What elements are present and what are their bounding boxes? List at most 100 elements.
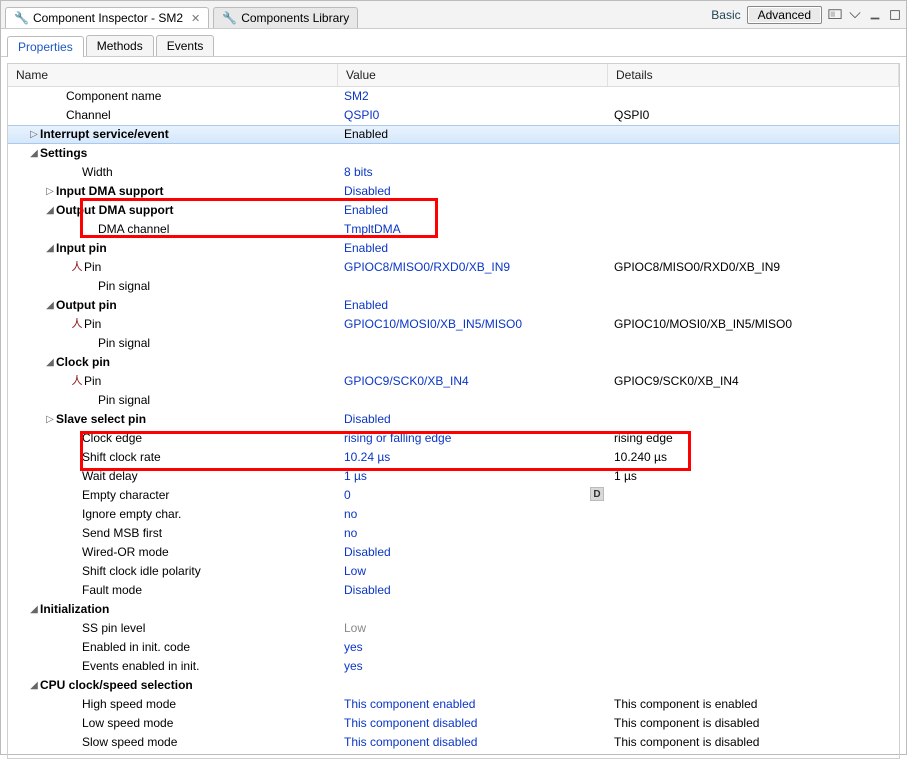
row-clock-pin[interactable]: ◢Clock pin — [8, 353, 899, 372]
prop-details: This component is enabled — [608, 695, 899, 714]
row-dma-channel[interactable]: ▸DMA channel TmpltDMA — [8, 220, 899, 239]
row-channel[interactable]: ▸Channel QSPI0 QSPI0 — [8, 106, 899, 125]
prop-value[interactable]: SM2 — [344, 89, 369, 103]
row-low-speed[interactable]: ▸Low speed mode This component disabled … — [8, 714, 899, 733]
row-wait-delay[interactable]: ▸Wait delay 1 µs 1 µs — [8, 467, 899, 486]
prop-value[interactable]: rising or falling edge — [344, 431, 451, 445]
prop-label: Ignore empty char. — [82, 505, 332, 524]
prop-value[interactable]: Disabled — [344, 583, 391, 597]
pin-icon: 人 — [70, 258, 84, 277]
prop-value[interactable]: This component disabled — [344, 735, 477, 749]
advanced-mode-button[interactable]: Advanced — [747, 6, 822, 24]
menu-dropdown-icon[interactable] — [848, 8, 862, 22]
prop-value[interactable]: QSPI0 — [344, 108, 379, 122]
prop-value[interactable]: 0 — [344, 488, 351, 502]
row-idle-polarity[interactable]: ▸Shift clock idle polarity Low — [8, 562, 899, 581]
row-clock-pin-pin[interactable]: 人Pin GPIOC9/SCK0/XB_IN4 GPIOC9/SCK0/XB_I… — [8, 372, 899, 391]
prop-value[interactable]: Enabled — [344, 298, 388, 312]
prop-label: Slow speed mode — [82, 733, 332, 752]
row-slow-speed[interactable]: ▸Slow speed mode This component disabled… — [8, 733, 899, 752]
wrench-icon: 🔧 — [14, 11, 29, 25]
row-output-pin[interactable]: ◢Output pin Enabled — [8, 296, 899, 315]
row-high-speed[interactable]: ▸High speed mode This component enabled … — [8, 695, 899, 714]
row-width[interactable]: ▸Width 8 bits — [8, 163, 899, 182]
prop-label: Settings — [40, 144, 332, 163]
prop-value[interactable]: Disabled — [344, 545, 391, 559]
tab-events[interactable]: Events — [156, 35, 215, 56]
prop-details: 1 µs — [608, 467, 899, 486]
row-output-dma[interactable]: ◢Output DMA support Enabled — [8, 201, 899, 220]
col-name[interactable]: Name — [8, 64, 338, 86]
row-ss-pin-level[interactable]: ▸SS pin level Low — [8, 619, 899, 638]
collapse-icon[interactable]: ◢ — [28, 144, 40, 163]
tab-methods[interactable]: Methods — [86, 35, 154, 56]
prop-value[interactable]: 10.24 µs — [344, 450, 390, 464]
row-input-dma[interactable]: ▷Input DMA support Disabled — [8, 182, 899, 201]
prop-details: QSPI0 — [608, 106, 899, 125]
row-input-pin-pin[interactable]: 人Pin GPIOC8/MISO0/RXD0/XB_IN9 GPIOC8/MIS… — [8, 258, 899, 277]
prop-label: Input DMA support — [56, 182, 332, 201]
maximize-icon[interactable] — [888, 8, 902, 22]
prop-value[interactable]: GPIOC9/SCK0/XB_IN4 — [344, 374, 469, 388]
row-wired-or[interactable]: ▸Wired-OR mode Disabled — [8, 543, 899, 562]
expand-icon[interactable]: ▷ — [28, 126, 40, 143]
minimize-icon[interactable] — [868, 8, 882, 22]
row-input-pin-signal[interactable]: ▸Pin signal — [8, 277, 899, 296]
row-shift-clock-rate[interactable]: ▸Shift clock rate 10.24 µs 10.240 µs — [8, 448, 899, 467]
prop-value[interactable]: no — [344, 507, 357, 521]
row-clock-edge[interactable]: ▸Clock edge rising or falling edge risin… — [8, 429, 899, 448]
collapse-icon[interactable]: ◢ — [28, 676, 40, 695]
row-events-init[interactable]: ▸Events enabled in init. yes — [8, 657, 899, 676]
row-empty-char[interactable]: ▸Empty character 0D — [8, 486, 899, 505]
close-icon[interactable]: ✕ — [191, 12, 200, 25]
collapse-icon[interactable]: ◢ — [28, 600, 40, 619]
row-interrupt[interactable]: ▷Interrupt service/event Enabled — [8, 125, 899, 144]
collapse-icon[interactable]: ◢ — [44, 296, 56, 315]
row-component-name[interactable]: ▸Component name SM2 — [8, 87, 899, 106]
prop-value[interactable]: GPIOC8/MISO0/RXD0/XB_IN9 — [344, 260, 510, 274]
tab-components-library[interactable]: 🔧 Components Library — [213, 7, 358, 28]
property-tree: ▸Component name SM2 ▸Channel QSPI0 QSPI0… — [8, 87, 899, 752]
row-output-pin-pin[interactable]: 人Pin GPIOC10/MOSI0/XB_IN5/MISO0 GPIOC10/… — [8, 315, 899, 334]
view-mode-icon[interactable] — [828, 8, 842, 22]
row-ignore-empty[interactable]: ▸Ignore empty char. no — [8, 505, 899, 524]
collapse-icon[interactable]: ◢ — [44, 353, 56, 372]
col-value[interactable]: Value — [338, 64, 608, 86]
row-input-pin[interactable]: ◢Input pin Enabled — [8, 239, 899, 258]
prop-value[interactable]: no — [344, 526, 357, 540]
row-fault-mode[interactable]: ▸Fault mode Disabled — [8, 581, 899, 600]
expand-icon[interactable]: ▷ — [44, 410, 56, 429]
prop-value[interactable]: 8 bits — [344, 165, 373, 179]
row-settings[interactable]: ◢Settings — [8, 144, 899, 163]
prop-value[interactable]: 1 µs — [344, 469, 367, 483]
prop-label: Initialization — [40, 600, 332, 619]
prop-value[interactable]: This component enabled — [344, 697, 475, 711]
prop-value[interactable]: This component disabled — [344, 716, 477, 730]
expand-icon[interactable]: ▷ — [44, 182, 56, 201]
prop-label: Wait delay — [82, 467, 332, 486]
prop-value[interactable]: Low — [344, 564, 366, 578]
prop-value[interactable]: GPIOC10/MOSI0/XB_IN5/MISO0 — [344, 317, 522, 331]
row-cpu-clock[interactable]: ◢CPU clock/speed selection — [8, 676, 899, 695]
tab-properties[interactable]: Properties — [7, 36, 84, 57]
prop-value[interactable]: Disabled — [344, 184, 391, 198]
prop-value[interactable]: Enabled — [344, 203, 388, 217]
prop-value[interactable]: yes — [344, 659, 363, 673]
basic-mode-link[interactable]: Basic — [711, 8, 740, 22]
prop-value[interactable]: Enabled — [344, 241, 388, 255]
row-send-msb[interactable]: ▸Send MSB first no — [8, 524, 899, 543]
collapse-icon[interactable]: ◢ — [44, 239, 56, 258]
prop-value[interactable]: Enabled — [344, 127, 388, 141]
collapse-icon[interactable]: ◢ — [44, 201, 56, 220]
prop-value[interactable]: yes — [344, 640, 363, 654]
row-clock-pin-signal[interactable]: ▸Pin signal — [8, 391, 899, 410]
row-enabled-init[interactable]: ▸Enabled in init. code yes — [8, 638, 899, 657]
col-details[interactable]: Details — [608, 64, 899, 86]
prop-value[interactable]: TmpltDMA — [344, 222, 401, 236]
prop-value: Low — [344, 621, 366, 635]
row-initialization[interactable]: ◢Initialization — [8, 600, 899, 619]
row-output-pin-signal[interactable]: ▸Pin signal — [8, 334, 899, 353]
prop-value[interactable]: Disabled — [344, 412, 391, 426]
row-slave-select[interactable]: ▷Slave select pin Disabled — [8, 410, 899, 429]
tab-component-inspector[interactable]: 🔧 Component Inspector - SM2 ✕ — [5, 7, 209, 28]
